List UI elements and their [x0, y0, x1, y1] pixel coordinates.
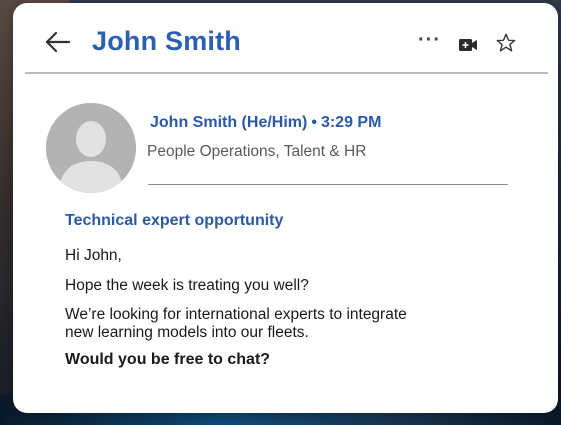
star-outline-icon[interactable] [495, 32, 517, 54]
message-line: Hope the week is treating you well? [65, 277, 309, 294]
header-divider [25, 72, 548, 74]
separator-dot: • [311, 114, 317, 131]
sender-department: People Operations, Talent & HR [147, 143, 367, 160]
arrow-left-icon[interactable] [43, 27, 73, 57]
conversation-header: John Smith ··· [13, 3, 558, 75]
video-camera-icon[interactable] [458, 37, 478, 53]
page-title: John Smith [92, 26, 241, 56]
message-line: We’re looking for international experts … [65, 306, 407, 323]
message-time: 3:29 PM [320, 114, 382, 131]
message-card: John Smith ··· John Smith (He/Him) • 3:29 … [13, 3, 558, 413]
message-greeting: Hi John, [65, 247, 122, 264]
message-line: new learning models into our fleets. [65, 324, 309, 341]
message-closing: Would you be free to chat? [65, 351, 271, 368]
message-subject: Technical expert opportunity [65, 212, 284, 229]
avatar[interactable] [46, 103, 136, 193]
person-avatar-icon [46, 103, 136, 193]
sender-info: John Smith (He/Him) • 3:29 PM [150, 114, 381, 132]
more-options-button[interactable]: ··· [418, 29, 441, 52]
sender-divider [148, 184, 508, 185]
sender-name[interactable]: John Smith (He/Him) [150, 114, 307, 131]
message-paragraph: We’re looking for international experts … [65, 306, 407, 342]
